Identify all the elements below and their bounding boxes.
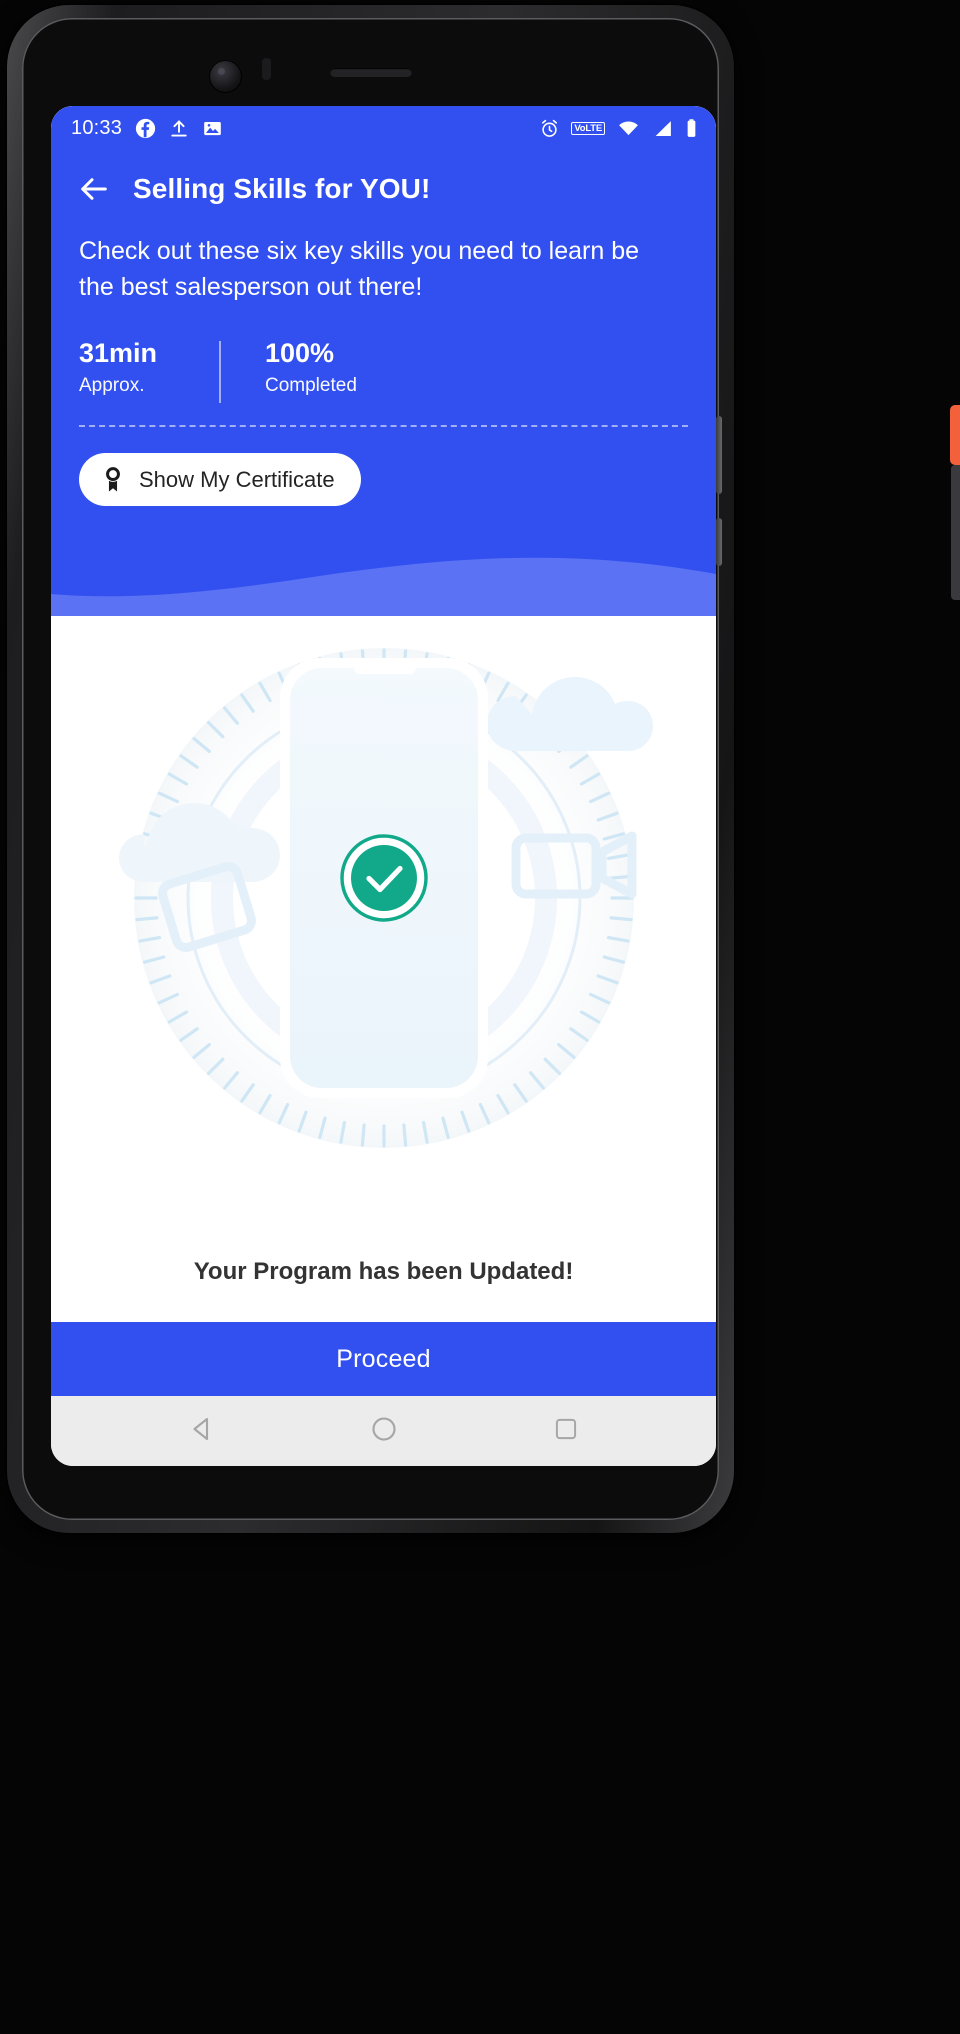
proceed-button[interactable]: Proceed: [51, 1322, 716, 1396]
stats-row: 31min Approx. 100% Completed: [51, 305, 716, 403]
back-button[interactable]: [77, 172, 111, 206]
certificate-button-wrap: Show My Certificate: [51, 427, 716, 506]
proximity-sensor: [262, 58, 271, 80]
phone-inner-bezel: 10:33 VoLTE Selling Skills for YOU! Chec…: [22, 18, 722, 1520]
image-icon: [202, 118, 223, 139]
status-bar-left: 10:33: [71, 117, 223, 140]
status-bar: 10:33 VoLTE: [51, 106, 716, 150]
show-certificate-label: Show My Certificate: [139, 466, 335, 492]
app-bar: Selling Skills for YOU!: [51, 150, 716, 212]
stat-duration: 31min Approx.: [79, 338, 219, 397]
android-navigation-bar: [51, 1396, 716, 1466]
stat-completion-label: Completed: [265, 374, 357, 396]
facebook-icon: [135, 118, 156, 139]
upload-icon: [169, 118, 189, 139]
show-certificate-button[interactable]: Show My Certificate: [79, 453, 361, 506]
screenshot-stage: 10:33 VoLTE Selling Skills for YOU! Chec…: [0, 0, 960, 2034]
volte-icon: VoLTE: [571, 121, 605, 135]
signal-icon: [652, 118, 674, 139]
app-container: 10:33 VoLTE Selling Skills for YOU! Chec…: [51, 106, 716, 1466]
phone-screen: 10:33 VoLTE Selling Skills for YOU! Chec…: [51, 106, 716, 1466]
front-camera-icon: [209, 60, 242, 93]
device-edge-shadow: [951, 465, 960, 600]
device-edge-accent: [950, 405, 960, 465]
battery-icon: [685, 118, 698, 139]
alarm-icon: [539, 118, 560, 139]
stat-completion: 100% Completed: [221, 338, 357, 397]
success-check-badge: [339, 834, 428, 922]
wifi-icon: [616, 118, 641, 139]
earpiece-speaker: [329, 68, 412, 77]
phone-device-frame: 10:33 VoLTE Selling Skills for YOU! Chec…: [7, 5, 734, 1533]
award-medal-icon: [101, 466, 125, 493]
hero-header: 10:33 VoLTE Selling Skills for YOU! Chec…: [51, 106, 716, 616]
page-title: Selling Skills for YOU!: [133, 173, 431, 204]
volume-button[interactable]: [716, 416, 722, 494]
phone-success-illustration: [118, 648, 653, 1148]
power-button[interactable]: [716, 518, 722, 566]
stat-duration-value: 31min: [79, 338, 158, 368]
stat-completion-value: 100%: [265, 338, 335, 368]
stat-duration-label: Approx.: [79, 374, 145, 396]
status-time: 10:33: [71, 116, 123, 139]
nav-back-icon[interactable]: [187, 1414, 217, 1449]
nav-home-icon[interactable]: [369, 1414, 399, 1449]
page-description: Check out these six key skills you need …: [79, 237, 640, 301]
status-bar-right: VoLTE: [539, 118, 698, 139]
illustration-area: Your Program has been Updated!: [51, 616, 716, 1322]
status-message: Your Program has been Updated!: [193, 1257, 574, 1285]
nav-recents-icon[interactable]: [552, 1415, 580, 1448]
hero-wave-divider: [51, 530, 716, 616]
